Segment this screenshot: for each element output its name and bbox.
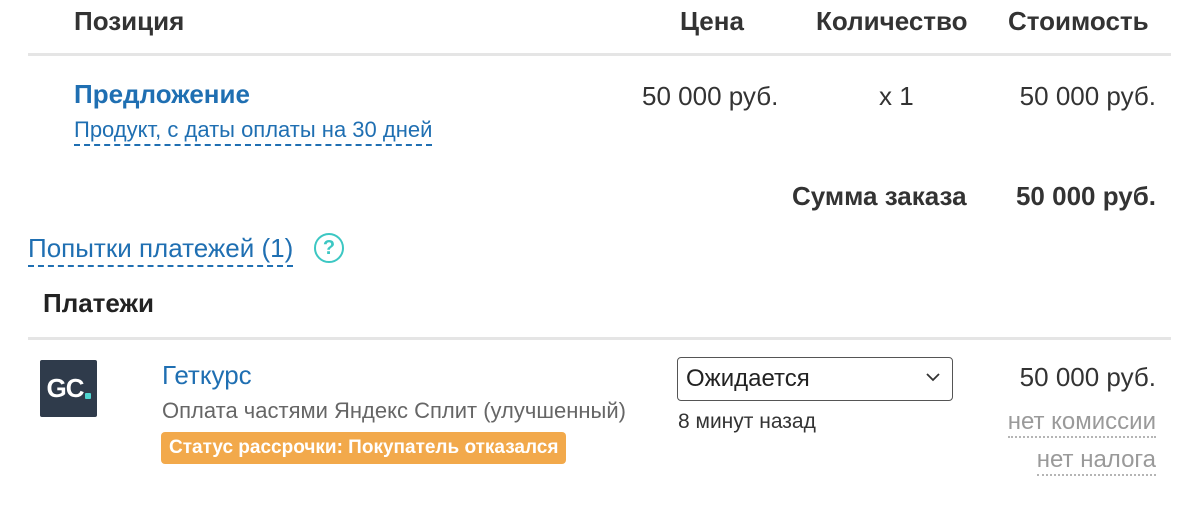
payment-attempts-label[interactable]: Попытки платежей (1): [28, 233, 294, 267]
payment-amount: 50 000 руб.: [1019, 362, 1156, 392]
chevron-down-icon: [926, 373, 940, 382]
help-icon-glyph: ?: [322, 236, 336, 259]
payment-time: 8 минут назад: [678, 410, 816, 433]
logo-text: GC: [46, 373, 85, 403]
payments-divider: [28, 337, 1171, 340]
column-header-position: Позиция: [74, 6, 185, 36]
order-total-label: Сумма заказа: [792, 181, 967, 211]
tax-link[interactable]: нет налога: [1036, 446, 1156, 476]
column-header-quantity: Количество: [816, 6, 968, 36]
payment-attempts-link[interactable]: Попытки платежей (1): [28, 233, 294, 267]
column-header-cost: Стоимость: [1008, 6, 1149, 36]
tax-label[interactable]: нет налога: [1036, 446, 1156, 476]
commission-link[interactable]: нет комиссии: [1007, 408, 1156, 438]
item-description[interactable]: Продукт, с даты оплаты на 30 дней: [74, 117, 433, 146]
getcourse-logo: GC: [40, 360, 97, 417]
payment-status-value: Ожидается: [686, 365, 810, 392]
help-icon[interactable]: ?: [314, 233, 344, 263]
payment-provider-name[interactable]: Геткурс: [162, 360, 252, 391]
payment-method: Оплата частями Яндекс Сплит (улучшенный): [162, 398, 626, 423]
item-description-link[interactable]: Продукт, с даты оплаты на 30 дней: [74, 117, 433, 146]
order-total-value: 50 000 руб.: [1015, 181, 1156, 211]
header-divider: [28, 53, 1171, 56]
payments-title: Платежи: [43, 288, 154, 318]
payment-status-select[interactable]: Ожидается: [677, 357, 953, 401]
column-header-price: Цена: [680, 6, 744, 36]
installment-status-badge: Статус рассрочки: Покупатель отказался: [161, 432, 567, 464]
commission-label[interactable]: нет комиссии: [1007, 408, 1156, 438]
item-cost: 50 000 руб.: [1019, 81, 1156, 111]
item-name[interactable]: Предложение: [74, 79, 250, 110]
item-price: 50 000 руб.: [642, 81, 779, 111]
logo-dot: [84, 392, 91, 399]
item-quantity: x 1: [879, 81, 914, 111]
